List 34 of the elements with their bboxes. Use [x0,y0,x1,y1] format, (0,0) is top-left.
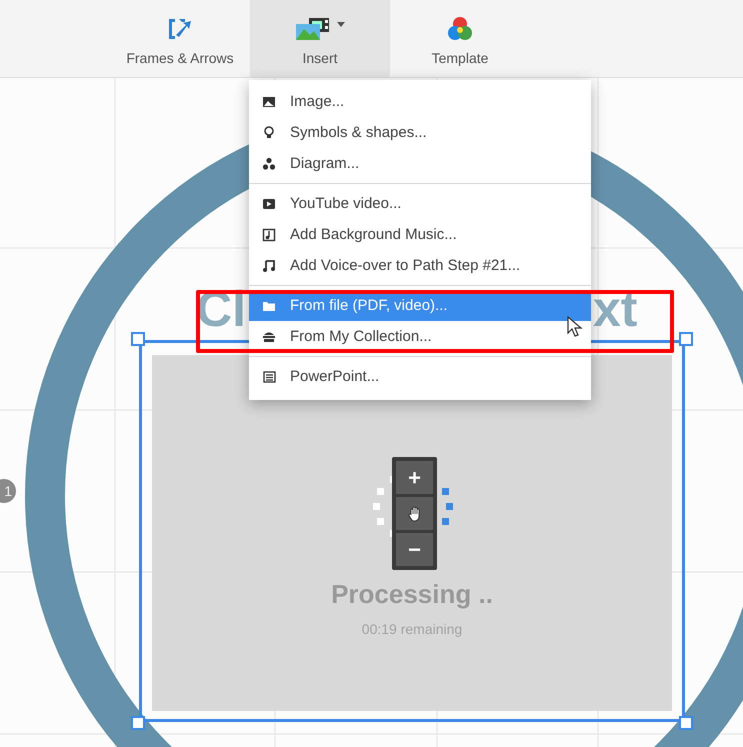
menu-item[interactable]: Image... [249,86,591,117]
slides-icon [262,370,276,384]
resize-handle[interactable] [131,332,145,346]
dots-icon [262,156,276,170]
pan-button[interactable] [396,497,433,530]
menu-item[interactable]: Add Background Music... [249,219,591,250]
hand-icon [408,506,422,522]
menu-item[interactable]: Add Voice-over to Path Step #21... [249,250,591,281]
step-badge: 1 [0,479,16,503]
menu-item[interactable]: Diagram... [249,148,591,179]
cursor-icon [567,316,583,338]
toolbar-tab[interactable]: Frames & Arrows [110,0,250,77]
resize-handle[interactable] [131,716,145,730]
color-circles-icon [447,16,473,42]
menu-item[interactable]: YouTube video... [249,188,591,219]
hat-icon [262,330,276,344]
frame-arrow-icon [167,16,193,40]
heading-text: xt [593,280,638,339]
menu-item[interactable]: Symbols & shapes... [249,117,591,148]
image-icon [262,94,276,108]
caret-icon [337,22,345,27]
toolbar-tab[interactable]: Template [390,0,530,77]
processing-title: Processing .. [330,579,494,610]
music-note-icon [262,258,276,272]
lightbulb-icon [262,126,276,140]
toolbar-tab[interactable]: Insert [250,0,390,77]
resize-handle[interactable] [679,716,693,730]
zoom-out-button[interactable]: − [396,533,433,566]
play-icon [262,196,276,210]
image-film-icon [295,16,331,40]
menu-item[interactable]: PowerPoint... [249,361,591,392]
music-file-icon [262,228,276,242]
zoom-in-button[interactable]: + [396,461,433,494]
resize-handle[interactable] [679,332,693,346]
